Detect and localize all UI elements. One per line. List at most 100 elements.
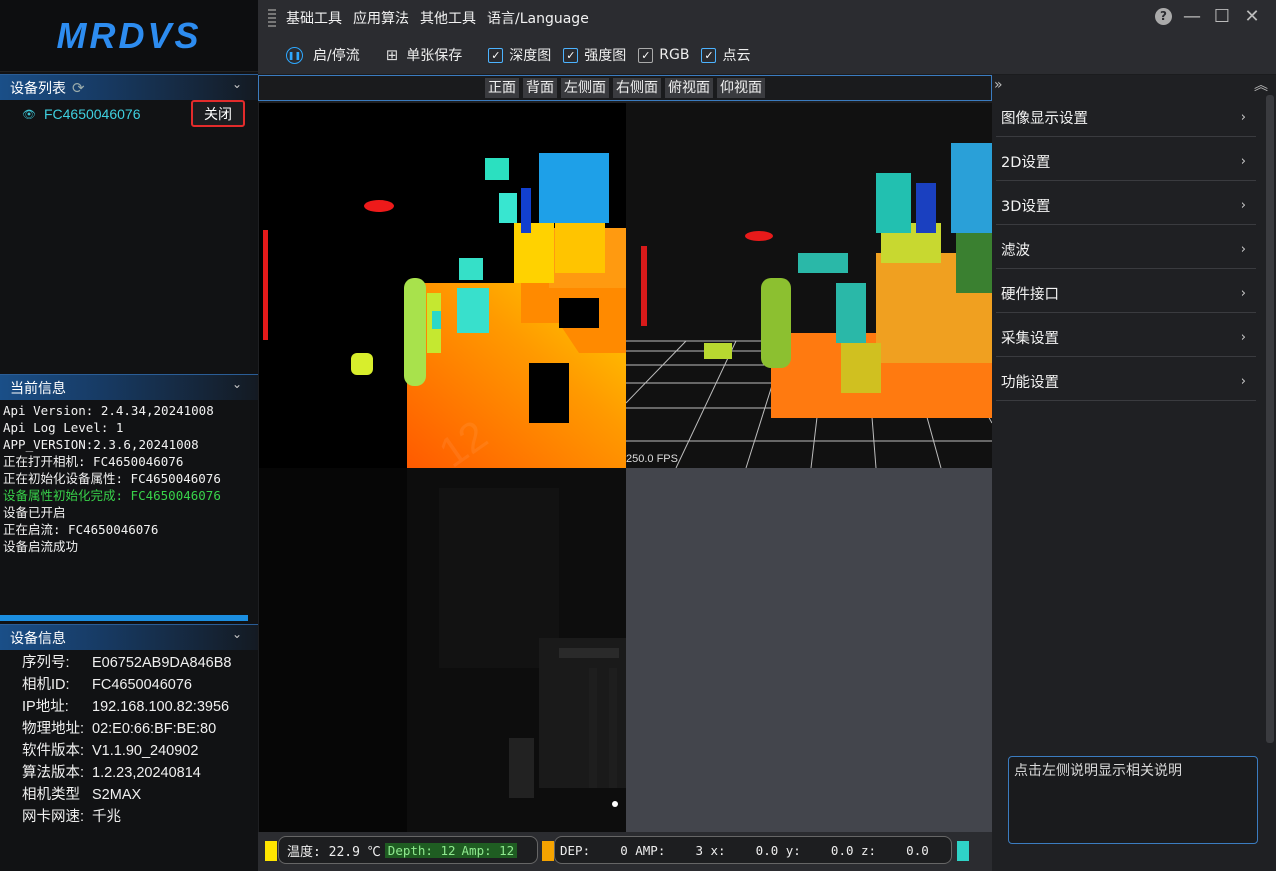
depth-map-checkbox[interactable]: ✓ 深度图 [488,45,551,65]
device-info-key: 相机类型 [22,787,80,803]
maximize-icon[interactable]: ☐ [1212,6,1232,27]
divider [996,224,1256,225]
menu-basic-tools[interactable]: 基础工具 [286,8,342,28]
log-line: 设备属性初始化完成: FC4650046076 [3,488,221,503]
divider [996,400,1256,401]
point-cloud-view[interactable] [626,103,992,468]
device-info-key: 软件版本: [22,743,85,759]
view-back-button[interactable]: 背面 [523,78,557,98]
status-indicator [957,841,969,861]
app-logo: MRDVS [0,0,258,72]
left-panel: MRDVS 设备列表 ⟳ ⌄ 👁 FC4650046076 关闭 当前信息 ⌄ … [0,0,258,871]
view-top-button[interactable]: 俯视面 [665,78,713,98]
divider [996,356,1256,357]
point-cloud-checkbox[interactable]: ✓ 点云 [701,45,750,65]
settings-item[interactable]: 功能设置 › [992,359,1276,403]
menu-other-tools[interactable]: 其他工具 [420,8,476,28]
status-indicator [265,841,277,861]
coords-readout: DEP: 0 AMP: 3 x: 0.0 y: 0.0 z: 0.0 [560,842,929,858]
log-line: APP_VERSION:2.3.6,20241008 [3,437,199,452]
device-info-value: 192.168.100.82:3956 [92,699,230,715]
settings-item[interactable]: 2D设置 › [992,139,1276,183]
start-stop-button[interactable]: ❚❚ 启/停流 [286,45,360,65]
device-info-value: 1.2.23,20240814 [92,765,201,781]
device-info-value: FC4650046076 [92,677,192,693]
divider [996,312,1256,313]
pause-icon: ❚❚ [286,46,303,64]
settings-panel: » ︽ 图像显示设置 › 2D设置 › 3D设置 › 滤波 › 硬件接口 › 采集设置 › 功能设置 › … [992,75,1276,871]
panel-divider [0,615,248,621]
depth-image [263,153,626,468]
save-single-button[interactable]: ⊞ 单张保存 [386,45,463,65]
point-cloud-image [626,143,992,468]
device-info-value: S2MAX [92,787,142,803]
settings-item[interactable]: 采集设置 › [992,315,1276,359]
settings-item[interactable]: 硬件接口 › [992,271,1276,315]
minimize-icon[interactable]: — [1182,6,1202,27]
view-front-button[interactable]: 正面 [485,78,519,98]
device-info-row: 软件版本: V1.1.90_240902 [22,740,231,762]
chevron-right-icon: › [1240,153,1246,169]
settings-item-label: 功能设置 [1001,374,1059,391]
device-info-value: E06752AB9DA846B8 [92,655,232,671]
device-list-title: 设备列表 [10,80,66,97]
device-info-row: IP地址: 192.168.100.82:3956 [22,696,231,718]
device-info-key: 相机ID: [22,677,70,693]
log-line: 设备已开启 [3,505,66,520]
device-list-header[interactable]: 设备列表 ⟳ ⌄ [0,74,258,100]
settings-item-label: 2D设置 [1001,154,1051,171]
settings-item[interactable]: 滤波 › [992,227,1276,271]
settings-item-label: 滤波 [1001,242,1030,259]
device-info-row: 相机类型 S2MAX [22,784,231,806]
device-info-title: 设备信息 [10,630,66,647]
help-icon[interactable]: ? [1155,7,1172,25]
chevron-right-icon: › [1240,329,1246,345]
status-indicator [542,841,554,861]
log-line: Api Log Level: 1 [3,420,124,435]
chevron-down-icon[interactable]: ⌄ [232,627,242,641]
settings-item[interactable]: 3D设置 › [992,183,1276,227]
status-bar: 温度: 22.9 ℃ Depth: 12 Amp: 12 DEP: 0 AMP:… [258,832,992,871]
checkbox-icon: ✓ [701,47,717,63]
log-line: Api Version: 2.4.34,20241008 [3,403,214,418]
device-name: FC4650046076 [43,106,141,122]
collapse-right-icon[interactable]: » [994,77,1003,93]
menu-algorithms[interactable]: 应用算法 [353,8,409,28]
view-right-button[interactable]: 右侧面 [613,78,661,98]
view-left-button[interactable]: 左侧面 [561,78,609,98]
chevron-down-icon[interactable]: ⌄ [232,77,242,91]
title-bar: 基础工具 应用算法 其他工具 语言/Language ? — ☐ ✕ [258,0,1276,36]
device-info-row: 网卡网速: 千兆 [22,806,231,828]
chevron-right-icon: › [1240,241,1246,257]
close-icon[interactable]: ✕ [1242,6,1262,27]
intensity-map-checkbox[interactable]: ✓ 强度图 [563,45,626,65]
log-line: 正在打开相机: FC4650046076 [3,454,184,469]
current-info-header[interactable]: 当前信息 ⌄ [0,374,258,400]
chevron-right-icon: › [1240,373,1246,389]
refresh-icon[interactable]: ⟳ [72,79,85,97]
settings-item-label: 采集设置 [1001,330,1059,347]
close-device-button[interactable]: 关闭 [191,100,245,127]
device-info-list: 序列号: E06752AB9DA846B8 相机ID: FC4650046076 IP地… [22,652,231,828]
collapse-up-icon[interactable]: ︽ [1254,75,1268,95]
device-info-key: 算法版本: [22,765,85,781]
settings-item[interactable]: 图像显示设置 › [992,95,1276,139]
checkbox-icon: ✓ [488,47,504,63]
chevron-right-icon: › [1240,197,1246,213]
log-list: Api Version: 2.4.34,20241008 Api Log Leve… [3,402,257,555]
description-box[interactable]: 点击左侧说明显示相关说明 [1008,756,1258,844]
chevron-down-icon[interactable]: ⌄ [232,377,242,391]
divider [996,268,1256,269]
depth-fps-label: Depth: 12 [384,842,459,858]
divider [996,180,1256,181]
menu-language[interactable]: 语言/Language [487,8,589,28]
rgb-checkbox[interactable]: ✓ RGB [638,47,689,63]
log-line: 正在启流: FC4650046076 [3,522,159,537]
device-info-row: 物理地址: 02:E0:66:BF:BE:80 [22,718,231,740]
device-info-header[interactable]: 设备信息 ⌄ [0,624,258,650]
intensity-image-view[interactable] [259,468,626,832]
depth-image-view[interactable] [259,103,626,468]
scrollbar[interactable] [1266,95,1274,743]
view-bottom-button[interactable]: 仰视面 [717,78,765,98]
drag-handle-icon[interactable] [268,9,276,27]
